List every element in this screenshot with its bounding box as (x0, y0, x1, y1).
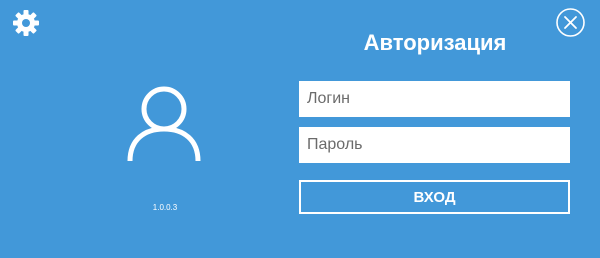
gear-icon (13, 10, 39, 36)
password-input[interactable] (299, 127, 570, 163)
login-button[interactable]: ВХОД (299, 180, 570, 214)
avatar (126, 84, 202, 164)
settings-button[interactable] (11, 8, 41, 38)
login-input[interactable] (299, 81, 570, 117)
auth-window: 1.0.0.3 Авторизация ВХОД (0, 0, 600, 258)
version-label: 1.0.0.3 (152, 203, 178, 212)
page-title: Авторизация (363, 30, 507, 55)
user-icon (127, 86, 201, 162)
